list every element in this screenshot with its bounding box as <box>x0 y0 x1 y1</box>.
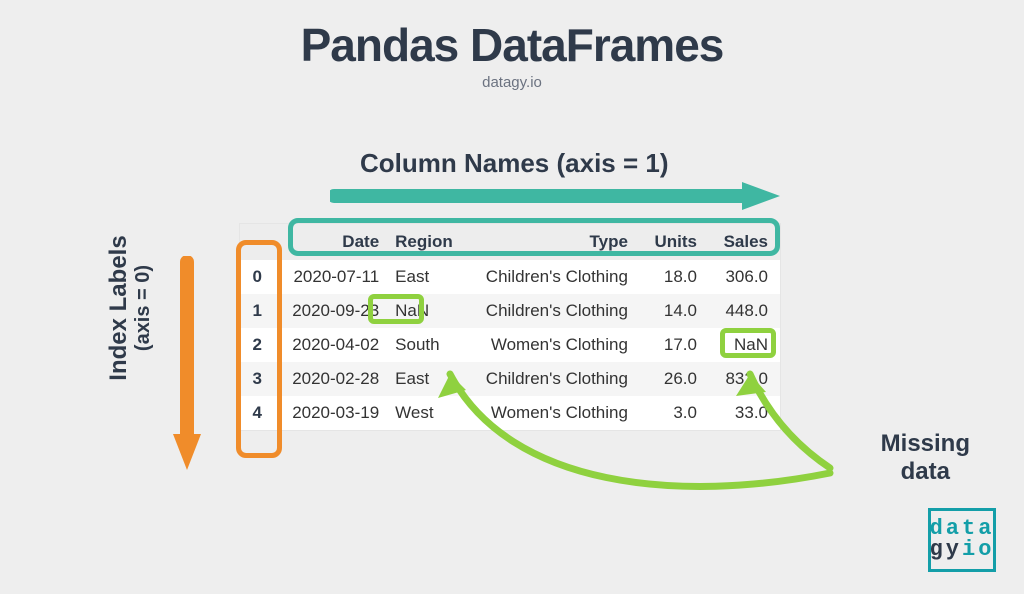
missing-data-label: Missing data <box>881 430 970 485</box>
table-header-row: Date Region Type Units Sales <box>240 224 780 260</box>
cell-date: 2020-02-28 <box>276 362 391 396</box>
header-index <box>240 224 276 260</box>
cell-region: NaN <box>391 294 467 328</box>
header-units: Units <box>640 224 709 260</box>
datagy-logo: data gyio <box>928 508 996 572</box>
cell-index: 2 <box>240 328 276 362</box>
cell-index: 4 <box>240 396 276 430</box>
header-date: Date <box>276 224 391 260</box>
cell-units: 14.0 <box>640 294 709 328</box>
columns-axis-label: Column Names (axis = 1) <box>360 148 669 179</box>
cell-type: Women's Clothing <box>468 328 640 362</box>
cell-type: Children's Clothing <box>468 260 640 294</box>
columns-arrow-icon <box>330 180 780 212</box>
header-type: Type <box>468 224 640 260</box>
cell-units: 17.0 <box>640 328 709 362</box>
page-title: Pandas DataFrames <box>0 18 1024 72</box>
logo-line2a: gy <box>930 537 962 562</box>
cell-date: 2020-03-19 <box>276 396 391 430</box>
cell-sales: 448.0 <box>709 294 780 328</box>
cell-index: 1 <box>240 294 276 328</box>
missing-data-arrows <box>430 358 850 508</box>
cell-index: 0 <box>240 260 276 294</box>
cell-index: 3 <box>240 362 276 396</box>
table-row: 0 2020-07-11 East Children's Clothing 18… <box>240 260 780 294</box>
table-row: 1 2020-09-23 NaN Children's Clothing 14.… <box>240 294 780 328</box>
index-axis-sublabel: (axis = 0) <box>132 198 155 418</box>
table-row: 2 2020-04-02 South Women's Clothing 17.0… <box>240 328 780 362</box>
header-sales: Sales <box>709 224 780 260</box>
cell-date: 2020-07-11 <box>276 260 391 294</box>
logo-line2b: io <box>962 537 994 562</box>
index-axis-label: Index Labels <box>106 198 132 418</box>
cell-date: 2020-09-23 <box>276 294 391 328</box>
cell-type: Children's Clothing <box>468 294 640 328</box>
cell-sales: NaN <box>709 328 780 362</box>
cell-region: South <box>391 328 467 362</box>
index-arrow-icon <box>172 256 202 470</box>
cell-units: 18.0 <box>640 260 709 294</box>
cell-sales: 306.0 <box>709 260 780 294</box>
header-region: Region <box>391 224 467 260</box>
index-axis-label-group: Index Labels (axis = 0) <box>106 198 155 418</box>
page-subtitle: datagy.io <box>0 74 1024 91</box>
cell-region: East <box>391 260 467 294</box>
cell-date: 2020-04-02 <box>276 328 391 362</box>
